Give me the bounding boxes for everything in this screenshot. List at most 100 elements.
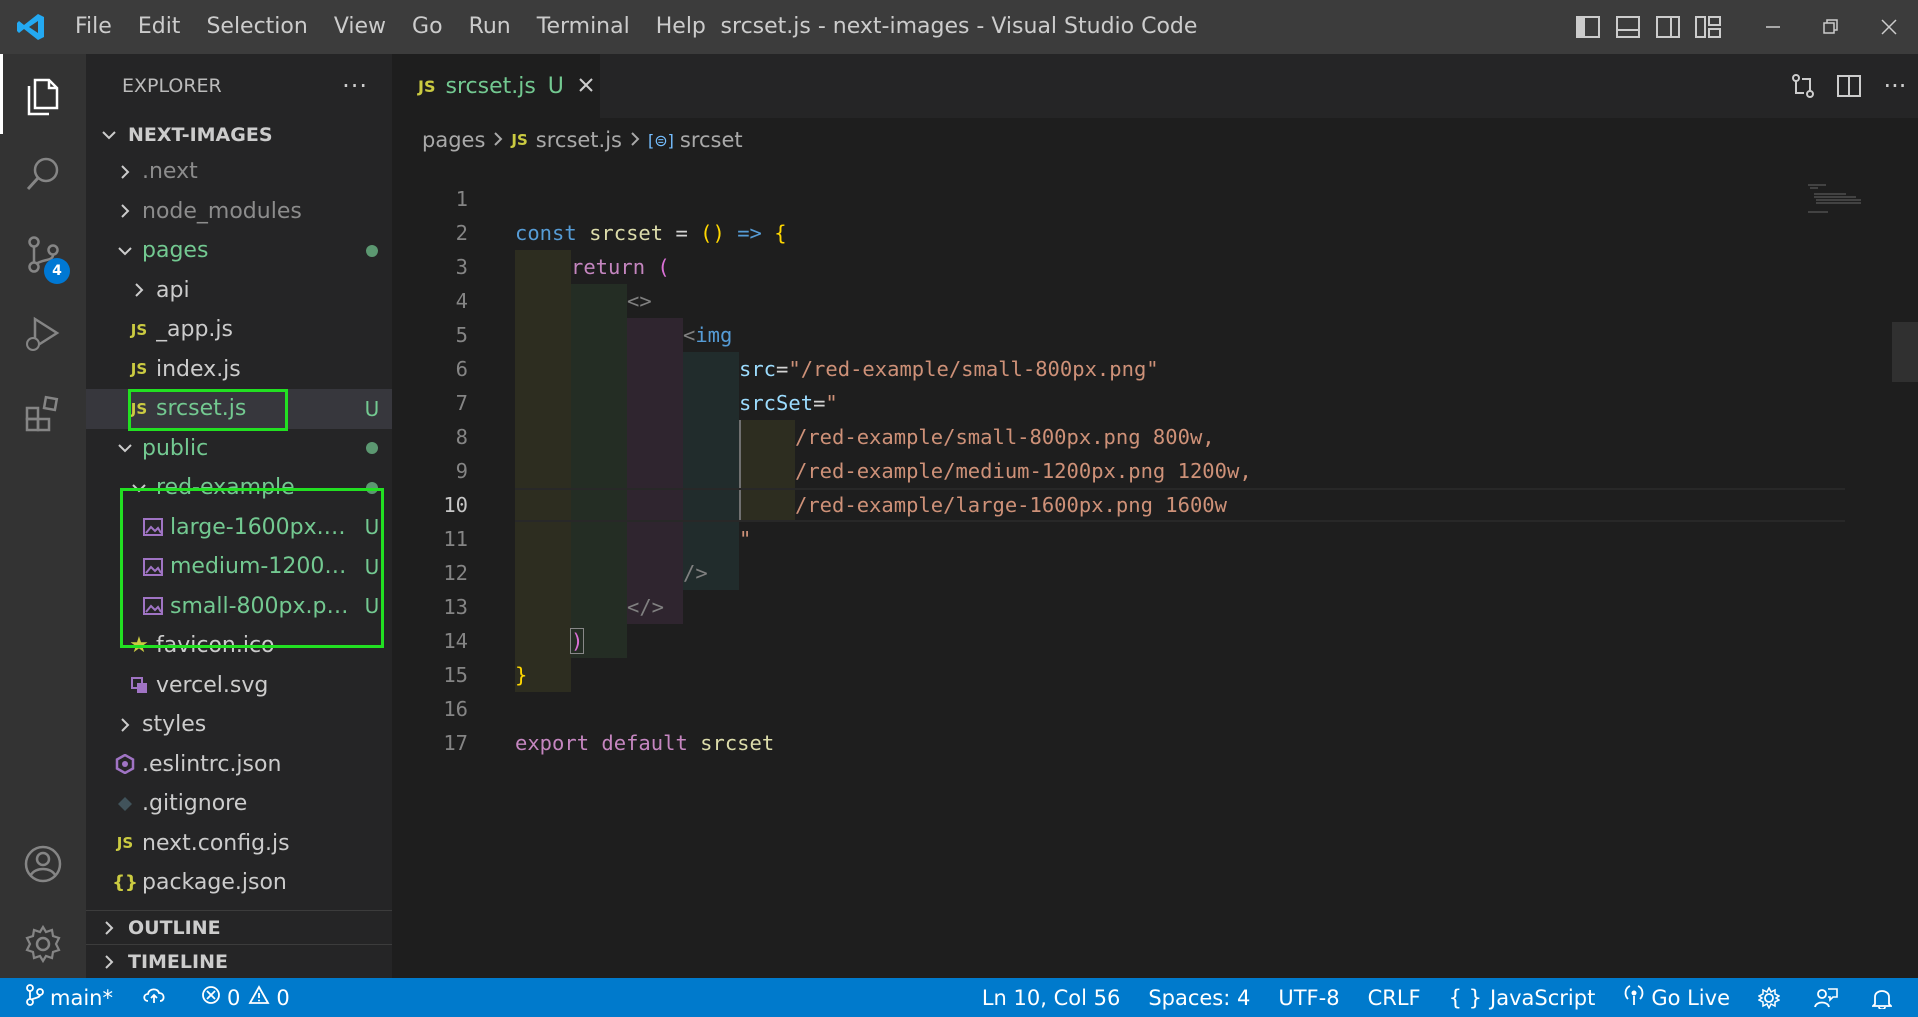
code-line: /red-example/medium-1200px.png 1200w, — [795, 459, 1252, 483]
tree-file-gitignore[interactable]: .gitignore — [86, 784, 392, 824]
source-control-icon[interactable]: 4 — [0, 214, 86, 294]
menu-terminal[interactable]: Terminal — [524, 0, 643, 54]
svg-file-icon — [128, 676, 150, 694]
tree-folder-node-modules[interactable]: node_modules — [86, 192, 392, 232]
explorer-sidebar: EXPLORER ··· NEXT-IMAGES .next node_modu… — [86, 54, 392, 978]
code-lines: const srcset = () => { return ( <> <img … — [515, 182, 1835, 760]
js-file-icon: JS — [511, 131, 528, 149]
close-window-button[interactable] — [1860, 0, 1918, 54]
json-file-icon: {} — [112, 872, 138, 894]
tree-file-vercel-svg[interactable]: vercel.svg — [86, 666, 392, 706]
tree-folder-next[interactable]: .next — [86, 152, 392, 192]
outline-section[interactable]: OUTLINE — [86, 910, 392, 944]
status-problems[interactable]: 0 0 — [187, 978, 304, 1017]
tree-file-eslintrc[interactable]: .eslintrc.json — [86, 745, 392, 785]
chevron-down-icon — [96, 129, 122, 141]
restore-button[interactable] — [1802, 0, 1860, 54]
title-bar: File Edit Selection View Go Run Terminal… — [0, 0, 1918, 54]
breadcrumb-file[interactable]: srcset.js — [536, 128, 622, 152]
broadcast-icon — [1623, 984, 1651, 1011]
code-line: } — [515, 663, 528, 687]
code-line: export default srcset — [515, 731, 775, 755]
status-feedback-icon[interactable] — [1800, 978, 1858, 1017]
chevron-right-icon — [630, 128, 640, 152]
menu-view[interactable]: View — [321, 0, 399, 54]
tree-file-package-json[interactable]: {} package.json — [86, 863, 392, 903]
js-file-icon: JS — [116, 834, 134, 853]
breadcrumb-folder[interactable]: pages — [422, 128, 485, 152]
title-controls — [1568, 0, 1918, 54]
accounts-icon[interactable] — [0, 824, 86, 904]
open-changes-icon[interactable] — [1780, 54, 1826, 118]
tree-folder-styles[interactable]: styles — [86, 705, 392, 745]
tree-file-app-js[interactable]: JS _app.js — [86, 310, 392, 350]
tab-srcset-js[interactable]: JS srcset.js U — [392, 54, 600, 118]
status-go-live[interactable]: Go Live — [1609, 978, 1744, 1017]
menu-run[interactable]: Run — [456, 0, 524, 54]
editor-scrollbar[interactable] — [1892, 162, 1918, 978]
menu-bar: File Edit Selection View Go Run Terminal… — [62, 0, 719, 54]
js-file-icon: JS — [418, 76, 436, 96]
chevron-right-icon — [114, 203, 136, 219]
explorer-title: EXPLORER — [122, 75, 222, 97]
chevron-down-icon — [114, 442, 136, 454]
modified-dot — [352, 244, 392, 257]
tree-file-next-config[interactable]: JS next.config.js — [86, 824, 392, 864]
workspace-root[interactable]: NEXT-IMAGES — [86, 118, 392, 152]
chevron-right-icon — [493, 128, 503, 152]
status-encoding[interactable]: UTF-8 — [1264, 978, 1353, 1017]
toggle-sidebar-icon[interactable] — [1568, 0, 1608, 54]
run-debug-icon[interactable] — [0, 294, 86, 374]
more-actions-icon[interactable]: ··· — [1872, 54, 1918, 118]
tree-folder-pages[interactable]: pages — [86, 231, 392, 271]
breadcrumb-symbol[interactable]: srcset — [680, 128, 743, 152]
status-extension-icon[interactable] — [1744, 978, 1800, 1017]
toggle-panel-icon[interactable] — [1608, 0, 1648, 54]
js-file-icon: JS — [130, 360, 148, 379]
split-editor-icon[interactable] — [1826, 54, 1872, 118]
search-icon[interactable] — [0, 134, 86, 214]
status-sync[interactable] — [127, 978, 187, 1017]
scroll-thumb[interactable] — [1892, 322, 1918, 382]
code-editor[interactable]: 1 2 3 4 5 6 7 8 9 10 11 12 13 14 15 16 1… — [392, 162, 1918, 978]
tree-folder-public[interactable]: public — [86, 429, 392, 469]
minimize-button[interactable] — [1744, 0, 1802, 54]
cloud-upload-icon — [141, 985, 173, 1010]
breadcrumb: pages JS srcset.js [⊜] srcset — [392, 118, 1918, 162]
status-bar: main* 0 0 Ln 10, Col 56 Spaces: 4 UTF-8 … — [0, 978, 1918, 1017]
git-branch-icon — [26, 984, 50, 1011]
modified-dot — [352, 442, 392, 455]
code-line: /> — [683, 561, 708, 585]
explorer-more-icon[interactable]: ··· — [342, 72, 368, 100]
explorer-icon[interactable] — [0, 54, 86, 134]
extensions-icon[interactable] — [0, 374, 86, 454]
chevron-right-icon — [96, 954, 122, 970]
status-cursor-position[interactable]: Ln 10, Col 56 — [968, 978, 1135, 1017]
status-notifications-icon[interactable] — [1858, 978, 1918, 1017]
minimap[interactable] — [1806, 182, 1892, 222]
status-eol[interactable]: CRLF — [1354, 978, 1435, 1017]
code-line: /red-example/large-1600px.png 1600w — [795, 493, 1227, 517]
toggle-secondary-sidebar-icon[interactable] — [1648, 0, 1688, 54]
activity-bar: 4 — [0, 54, 86, 978]
tree-folder-api[interactable]: api — [86, 271, 392, 311]
menu-go[interactable]: Go — [399, 0, 456, 54]
chevron-right-icon — [96, 920, 122, 936]
status-language[interactable]: { } JavaScript — [1435, 978, 1610, 1017]
status-indentation[interactable]: Spaces: 4 — [1134, 978, 1264, 1017]
close-tab-icon[interactable] — [578, 74, 594, 99]
menu-selection[interactable]: Selection — [193, 0, 320, 54]
tree-file-index-js[interactable]: JS index.js — [86, 350, 392, 390]
status-branch[interactable]: main* — [0, 978, 127, 1017]
settings-gear-icon[interactable] — [0, 904, 86, 984]
menu-help[interactable]: Help — [643, 0, 719, 54]
code-line: src="/red-example/small-800px.png" — [739, 357, 1159, 381]
menu-file[interactable]: File — [62, 0, 125, 54]
customize-layout-icon[interactable] — [1688, 0, 1728, 54]
editor-area: JS srcset.js U ··· pages JS srcset.js [⊜… — [392, 54, 1918, 978]
menu-edit[interactable]: Edit — [125, 0, 194, 54]
timeline-section[interactable]: TIMELINE — [86, 944, 392, 978]
git-file-icon — [114, 796, 136, 812]
